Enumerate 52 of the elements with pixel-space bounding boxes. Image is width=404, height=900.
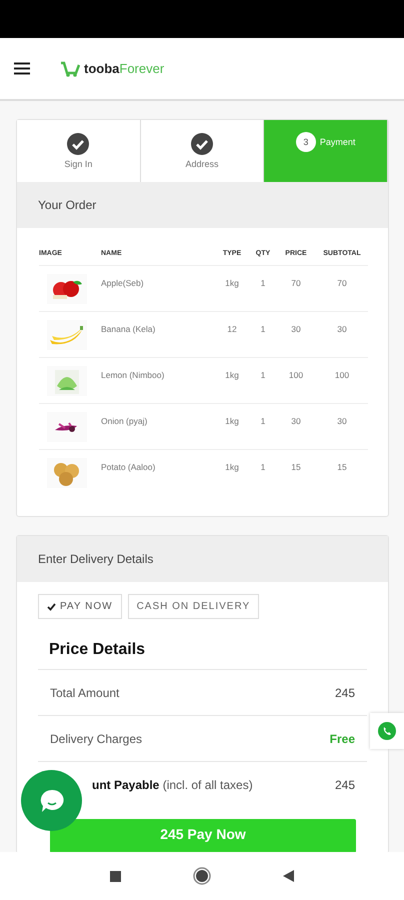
step-number: 3	[296, 132, 316, 152]
price-label: Total Amount	[50, 686, 120, 700]
table-cell-text: 1	[260, 277, 266, 288]
price-value: Free	[330, 732, 355, 746]
checkout-step[interactable]: Address	[140, 120, 264, 182]
check-icon	[47, 602, 56, 610]
table-cell-text: 1	[260, 369, 266, 380]
cart-icon	[60, 60, 80, 76]
table-cell-text: 100	[334, 369, 350, 380]
table-cell-text: 30	[290, 415, 302, 426]
payment-option[interactable]: CASH ON DELIVERY	[128, 594, 260, 619]
table-cell-text: 1kg	[224, 277, 240, 288]
price-label: Delivery Charges	[50, 732, 142, 746]
chat-icon	[38, 788, 64, 814]
price-label: unt Payable (incl. of all taxes)	[91, 778, 253, 792]
menu-icon[interactable]	[14, 62, 30, 75]
table-cell-text: Lemon (Nimboo)	[101, 369, 166, 380]
brand-name[interactable]: toobaForever	[84, 60, 164, 78]
recents-icon[interactable]	[110, 870, 121, 882]
table-cell-text: 30	[290, 323, 302, 334]
table-cell-text: 1	[260, 323, 266, 334]
price-value: 245	[334, 778, 355, 792]
table-cell-text: Onion (pyaj)	[101, 415, 148, 426]
table-cell-text: 1kg	[224, 415, 240, 426]
table-cell-text: 1	[260, 461, 266, 472]
table-cell-text: 1kg	[224, 369, 240, 380]
checkout-step[interactable]: 3 Payment	[264, 120, 388, 182]
table-cell-text: 100	[288, 369, 304, 380]
payment-option[interactable]: PAY NOW	[38, 594, 122, 619]
check-circle-icon	[67, 133, 90, 155]
table-cell-text: 15	[290, 461, 302, 472]
table-cell-text: 30	[336, 323, 348, 334]
table-cell-text: 1	[260, 415, 266, 426]
table-cell-text: 30	[336, 415, 348, 426]
price-details-title: Price Details	[48, 640, 146, 660]
back-icon[interactable]	[283, 870, 294, 882]
table-cell-text: Banana (Kela)	[101, 323, 156, 334]
table-cell-text: 70	[336, 277, 348, 288]
table-cell-text: 70	[290, 277, 302, 288]
price-value: 245	[334, 686, 355, 700]
table-cell-text: Apple(Seb)	[101, 277, 145, 288]
phone-icon	[378, 722, 396, 740]
table-cell-text: 12	[226, 323, 238, 334]
table-cell-text: 1kg	[224, 461, 240, 472]
call-button[interactable]	[370, 713, 404, 749]
check-circle-icon	[190, 133, 213, 155]
home-icon[interactable]	[193, 867, 211, 885]
checkout-step[interactable]: Sign In	[17, 120, 141, 182]
table-cell-text: Potato (Aaloo)	[101, 461, 156, 472]
table-cell-text: 15	[336, 461, 348, 472]
section-title: Your Order	[17, 182, 388, 228]
section-title: Enter Delivery Details	[17, 536, 388, 582]
